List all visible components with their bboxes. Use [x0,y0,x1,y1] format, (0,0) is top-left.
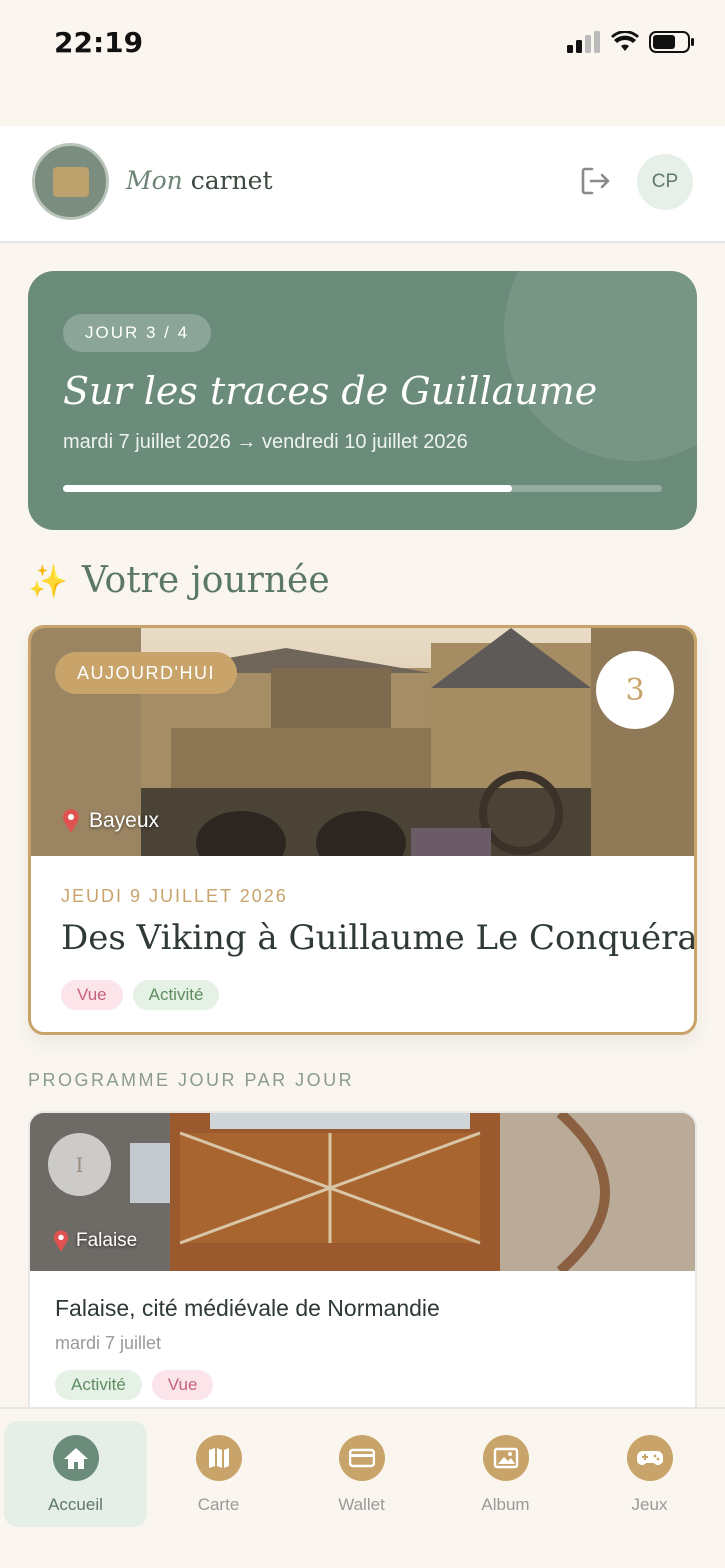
trip-progress-bar [63,485,662,492]
today-date: JEUDI 9 JUILLET 2026 [61,886,288,906]
tab-wallet[interactable]: Wallet [290,1421,433,1527]
day-number: 3 [596,651,674,729]
tab-label: Accueil [48,1495,103,1514]
pin-icon [53,1230,69,1252]
battery-icon [649,31,694,53]
trip-card[interactable]: JOUR 3 / 4 Sur les traces de Guillaume m… [28,271,697,530]
status-time: 22:19 [54,26,144,59]
tab-bar: Accueil Carte Wallet Album Jeux [0,1407,725,1568]
trip-progress-fill [63,485,513,492]
program-label: PROGRAMME JOUR PAR JOUR [28,1070,355,1090]
map-icon [195,1435,242,1481]
page-title: Mon carnet [126,166,273,195]
day-tags: Activité Vue [55,1370,214,1400]
today-title: Des Viking à Guillaume Le Conquérant [61,918,697,958]
location-label: Bayeux [61,808,159,834]
day-number: I [48,1133,111,1196]
status-bar: 22:19 [0,0,725,126]
signal-icon [567,31,600,53]
home-icon [52,1435,99,1481]
tab-carte[interactable]: Carte [147,1421,290,1527]
tag-activite: Activité [132,980,220,1010]
tag-activite: Activité [55,1370,142,1400]
tab-album[interactable]: Album [434,1421,577,1527]
today-badge: AUJOURD'HUI [55,652,237,694]
trip-title: Sur les traces de Guillaume [63,369,598,413]
user-avatar[interactable]: CP [637,154,693,210]
book-icon [52,166,89,197]
wallet-icon [338,1435,385,1481]
tab-label: Jeux [631,1495,668,1514]
tab-jeux[interactable]: Jeux [578,1421,721,1527]
tab-label: Wallet [338,1495,385,1514]
section-title: ✨ Votre journée [28,560,330,601]
status-icons [567,30,695,54]
day-badge: JOUR 3 / 4 [63,314,212,352]
gamepad-icon [626,1435,673,1481]
sparkle-icon: ✨ [28,562,68,599]
day-title: Falaise, cité médiévale de Normandie [55,1295,440,1321]
tab-label: Album [481,1495,530,1514]
tag-vue: Vue [61,980,123,1010]
day-date: mardi 7 juillet [55,1333,162,1353]
tab-accueil[interactable]: Accueil [4,1421,147,1527]
section-title-text: Votre journée [81,560,330,601]
tag-vue: Vue [151,1370,214,1400]
album-icon [482,1435,529,1481]
tab-label: Carte [197,1495,240,1514]
pin-icon [63,809,79,833]
wifi-icon [611,31,639,51]
location-label: Falaise [52,1229,137,1253]
logout-icon[interactable] [578,164,612,198]
app-header: Mon carnet CP [0,126,725,243]
day-card[interactable]: I Falaise Falaise, cité médiévale de Nor… [28,1111,697,1421]
trip-dates: mardi 7 juillet 2026 → vendredi 10 juill… [63,431,468,453]
today-card[interactable]: AUJOURD'HUI 3 Bayeux JEUDI 9 JUILLET 202… [28,625,697,1035]
app-logo[interactable] [32,143,109,220]
decorative-circle [504,271,697,461]
today-tags: Vue Activité [61,980,220,1010]
